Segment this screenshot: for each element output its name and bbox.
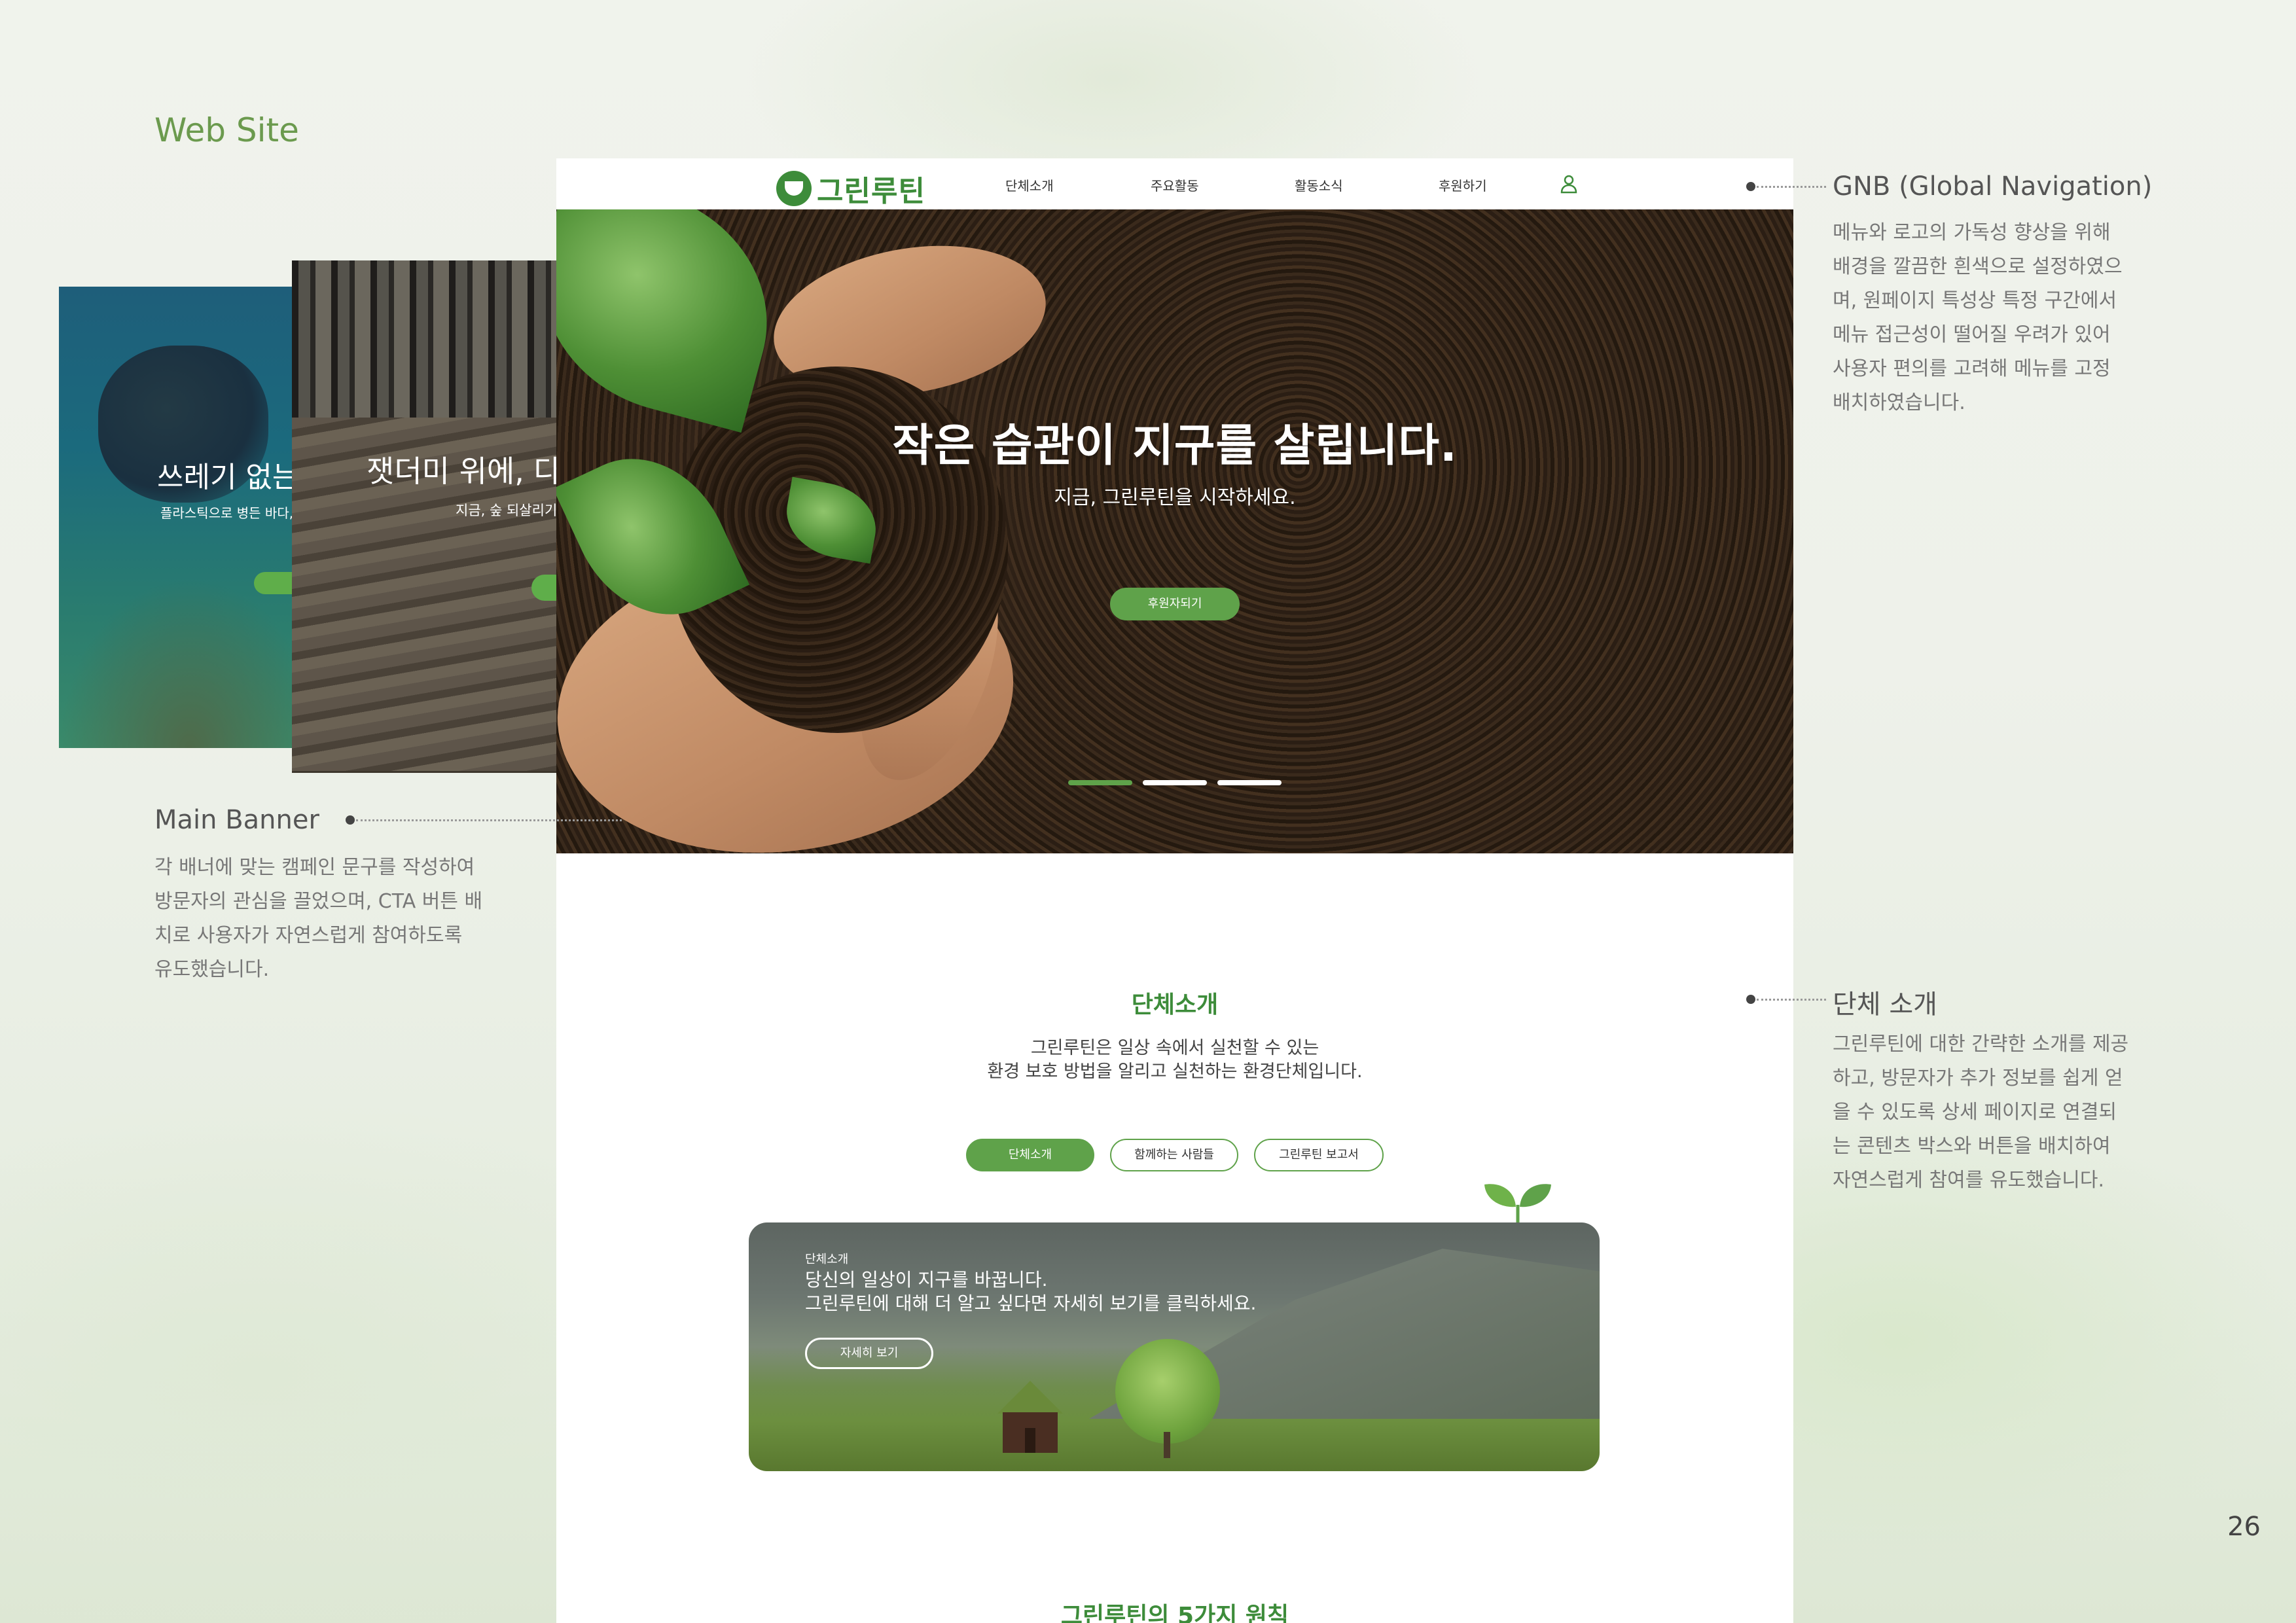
side-banner-title: 쓰레기 없는 — [157, 461, 299, 494]
sprout-icon — [1484, 1184, 1551, 1226]
nav-item-donate[interactable]: 후원하기 — [1439, 175, 1487, 194]
about-title: 단체소개 — [1131, 991, 1219, 1018]
box-text: 당신의 일상이 지구를 바꿉니다. 그린루틴에 대해 더 알고 싶다면 자세히 … — [805, 1269, 1257, 1314]
side-banner-subtitle: 지금, 숲 되살리기 — [456, 503, 558, 518]
side-banner-ocean: 쓰레기 없는 플라스틱으로 병든 바다, — [59, 287, 321, 748]
hero-title: 작은 습관이 지구를 살립니다. — [892, 420, 1458, 472]
logo-text: 그린루틴 — [817, 175, 925, 208]
tab-about[interactable]: 단체소개 — [966, 1139, 1094, 1171]
website-mockup: 그린루틴 단체소개 주요활동 활동소식 후원하기 작은 습관이 지구를 살립니다… — [556, 158, 1793, 1623]
donate-cta-button[interactable]: 후원자되기 — [1110, 588, 1240, 620]
main-banner: 작은 습관이 지구를 살립니다. 지금, 그린루틴을 시작하세요. 후원자되기 — [556, 209, 1793, 853]
slide-indicator[interactable] — [1217, 780, 1282, 785]
about-description: 그린루틴은 일상 속에서 실천할 수 있는 환경 보호 방법을 알리고 실천하는… — [987, 1038, 1363, 1082]
about-annotation-title: 단체 소개 — [1833, 990, 1937, 1020]
slide-indicator-active[interactable] — [1068, 780, 1132, 785]
annotation-line — [1757, 999, 1826, 1001]
main-banner-annotation-body: 각 배너에 맞는 캠페인 문구를 작성하여 방문자의 관심을 끌었으며, CTA… — [154, 856, 483, 981]
user-icon[interactable] — [1560, 174, 1577, 194]
box-label: 단체소개 — [805, 1253, 849, 1266]
annotation-dot — [1746, 995, 1755, 1004]
gnb-annotation-title: GNB (Global Navigation) — [1833, 171, 2153, 202]
house-image — [997, 1381, 1063, 1453]
nav-item-about[interactable]: 단체소개 — [1005, 175, 1054, 194]
tab-report[interactable]: 그린루틴 보고서 — [1254, 1139, 1384, 1171]
hero-subtitle: 지금, 그린루틴을 시작하세요. — [1054, 486, 1296, 509]
seafloor-image — [59, 578, 321, 748]
main-banner-annotation-title: Main Banner — [154, 805, 319, 835]
page-number: 26 — [2227, 1512, 2261, 1542]
side-banner-title: 잿더미 위에, 다 — [367, 454, 562, 489]
nav-item-news[interactable]: 활동소식 — [1295, 175, 1343, 194]
gnb-annotation-body: 메뉴와 로고의 가독성 향상을 위해 배경을 깔끔한 흰색으로 설정하였으 며,… — [1833, 221, 2123, 414]
burnt-forest-image — [292, 260, 567, 431]
side-banner-forest: 잿더미 위에, 다 지금, 숲 되살리기 — [292, 260, 567, 773]
annotation-dot — [346, 815, 355, 825]
about-content-box: 단체소개 당신의 일상이 지구를 바꿉니다. 그린루틴에 대해 더 알고 싶다면… — [749, 1222, 1600, 1471]
annotation-dot — [1746, 182, 1755, 191]
nav-item-activities[interactable]: 주요활동 — [1151, 175, 1199, 194]
annotation-line — [356, 819, 622, 821]
global-navigation: 그린루틴 단체소개 주요활동 활동소식 후원하기 — [556, 158, 1793, 209]
annotation-line — [1757, 186, 1826, 188]
side-banner-subtitle: 플라스틱으로 병든 바다, — [160, 505, 294, 521]
tree-image — [1115, 1339, 1220, 1444]
section-heading: Web Site — [154, 111, 299, 149]
details-button[interactable]: 자세히 보기 — [805, 1338, 933, 1369]
slide-indicator[interactable] — [1143, 780, 1207, 785]
about-annotation-body: 그린루틴에 대한 간략한 소개를 제공 하고, 방문자가 추가 정보를 쉽게 얻… — [1833, 1033, 2129, 1192]
principles-title: 그린루틴의 5가지 원칙 — [1060, 1603, 1289, 1623]
logo-icon — [776, 171, 812, 206]
tree-trunk — [1164, 1432, 1170, 1458]
tab-people[interactable]: 함께하는 사람들 — [1110, 1139, 1238, 1171]
logo[interactable]: 그린루틴 — [776, 168, 925, 209]
